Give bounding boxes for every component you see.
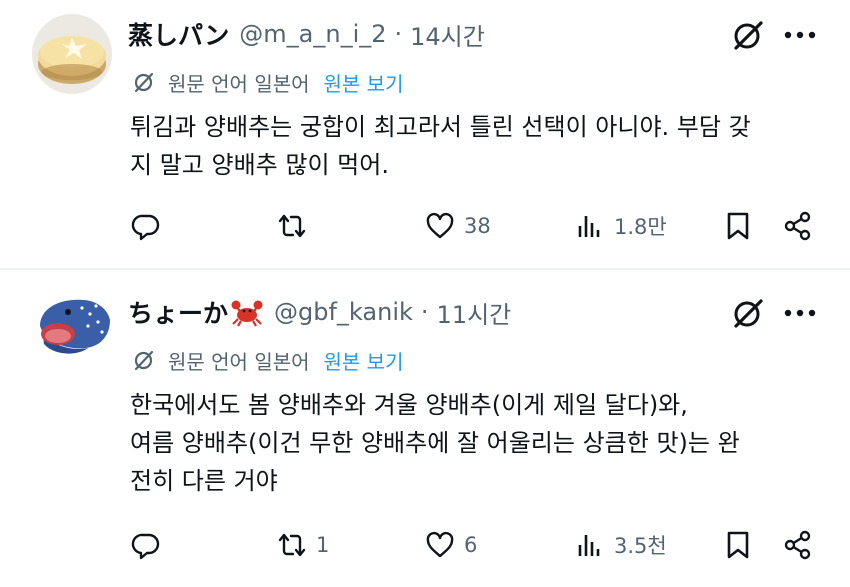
reply-icon	[131, 214, 160, 241]
user-handle[interactable]: @m_a_n_i_2	[239, 20, 386, 48]
post-text: 한국에서도 봄 양배추와 겨울 양배추(이게 제일 달다)와, 여름 양배추(이…	[130, 386, 820, 500]
grok-button[interactable]	[730, 295, 766, 331]
like-count: 38	[464, 214, 491, 238]
bookmark-icon	[727, 212, 749, 240]
post-header: ちょーか @gbf_kanik · 11시간	[128, 292, 511, 332]
like-icon	[426, 212, 454, 239]
crab-emoji-icon	[230, 297, 264, 327]
post-time[interactable]: 11시간	[437, 295, 512, 330]
reply-icon	[131, 533, 160, 560]
translate-icon	[134, 72, 154, 93]
retweet-icon	[278, 214, 306, 238]
post-time[interactable]: 14시간	[410, 17, 485, 52]
separator-dot: ·	[420, 298, 429, 326]
views-icon	[578, 216, 600, 237]
post-header: 蒸しパン @m_a_n_i_2 · 14시간	[128, 14, 485, 54]
post-text-line: 지 말고 양배추 많이 먹어.	[130, 151, 389, 179]
reply-button[interactable]	[130, 525, 170, 565]
share-button[interactable]	[782, 206, 814, 246]
grok-icon	[734, 21, 763, 50]
action-bar: 38 1.8만	[0, 206, 850, 246]
steamed-bun-avatar-icon	[32, 14, 112, 94]
retweet-button[interactable]	[276, 206, 316, 246]
avatar[interactable]	[32, 14, 112, 94]
post-text-line: 한국에서도 봄 양배추와 겨울 양배추(이게 제일 달다)와,	[130, 391, 688, 419]
views-button[interactable]: 1.8만	[574, 206, 667, 246]
translation-note: 원문 언어 일본어	[168, 349, 310, 374]
avatar[interactable]	[32, 286, 112, 366]
retweet-button[interactable]: 1	[276, 525, 329, 565]
more-button[interactable]	[782, 295, 818, 331]
translation-note: 원문 언어 일본어	[168, 71, 310, 96]
action-bar: 1 6 3.5천	[0, 525, 850, 565]
translation-row: 원문 언어 일본어 원본 보기	[132, 66, 403, 98]
post-text: 튀김과 양배추는 궁합이 최고라서 틀린 선택이 아니야. 부담 갖 지 말고 …	[130, 108, 820, 184]
post-text-line: 전히 다른 거야	[130, 467, 278, 495]
user-handle[interactable]: @gbf_kanik	[274, 298, 413, 326]
display-name[interactable]: ちょーか	[128, 294, 228, 330]
grok-icon	[734, 299, 763, 328]
show-original-link[interactable]: 원본 보기	[324, 68, 404, 97]
view-count: 3.5천	[614, 534, 667, 558]
bookmark-button[interactable]	[722, 206, 754, 246]
grok-button[interactable]	[730, 17, 766, 53]
views-icon	[578, 535, 600, 556]
separator-dot: ·	[394, 20, 403, 48]
post[interactable]: 蒸しパン @m_a_n_i_2 · 14시간 원문 언어 일본어 원본 보기 튀…	[0, 0, 850, 268]
more-icon	[784, 309, 816, 317]
like-count: 6	[464, 533, 478, 557]
translate-icon	[134, 350, 154, 371]
bookmark-button[interactable]	[722, 525, 754, 565]
bookmark-icon	[727, 531, 749, 559]
show-original-link[interactable]: 원본 보기	[324, 346, 404, 375]
views-button[interactable]: 3.5천	[574, 525, 667, 565]
post[interactable]: ちょーか @gbf_kanik · 11시간 원문 언어 일본어 원본 보기 한…	[0, 270, 850, 587]
share-button[interactable]	[782, 525, 814, 565]
post-text-line: 여름 양배추(이건 무한 양배추에 잘 어울리는 상큼한 맛)는 완	[130, 429, 740, 457]
share-icon	[784, 211, 811, 241]
view-count: 1.8만	[614, 215, 667, 239]
whale-shark-avatar-icon	[32, 286, 112, 366]
translation-row: 원문 언어 일본어 원본 보기	[132, 344, 403, 376]
more-icon	[784, 31, 816, 39]
retweet-icon	[278, 533, 306, 557]
like-button[interactable]: 6	[424, 525, 477, 565]
reply-button[interactable]	[130, 206, 170, 246]
post-text-line: 튀김과 양배추는 궁합이 최고라서 틀린 선택이 아니야. 부담 갖	[130, 113, 751, 141]
more-button[interactable]	[782, 17, 818, 53]
like-button[interactable]: 38	[424, 206, 491, 246]
display-name[interactable]: 蒸しパン	[128, 16, 229, 52]
like-icon	[426, 531, 454, 558]
retweet-count: 1	[316, 533, 330, 557]
share-icon	[784, 530, 811, 560]
